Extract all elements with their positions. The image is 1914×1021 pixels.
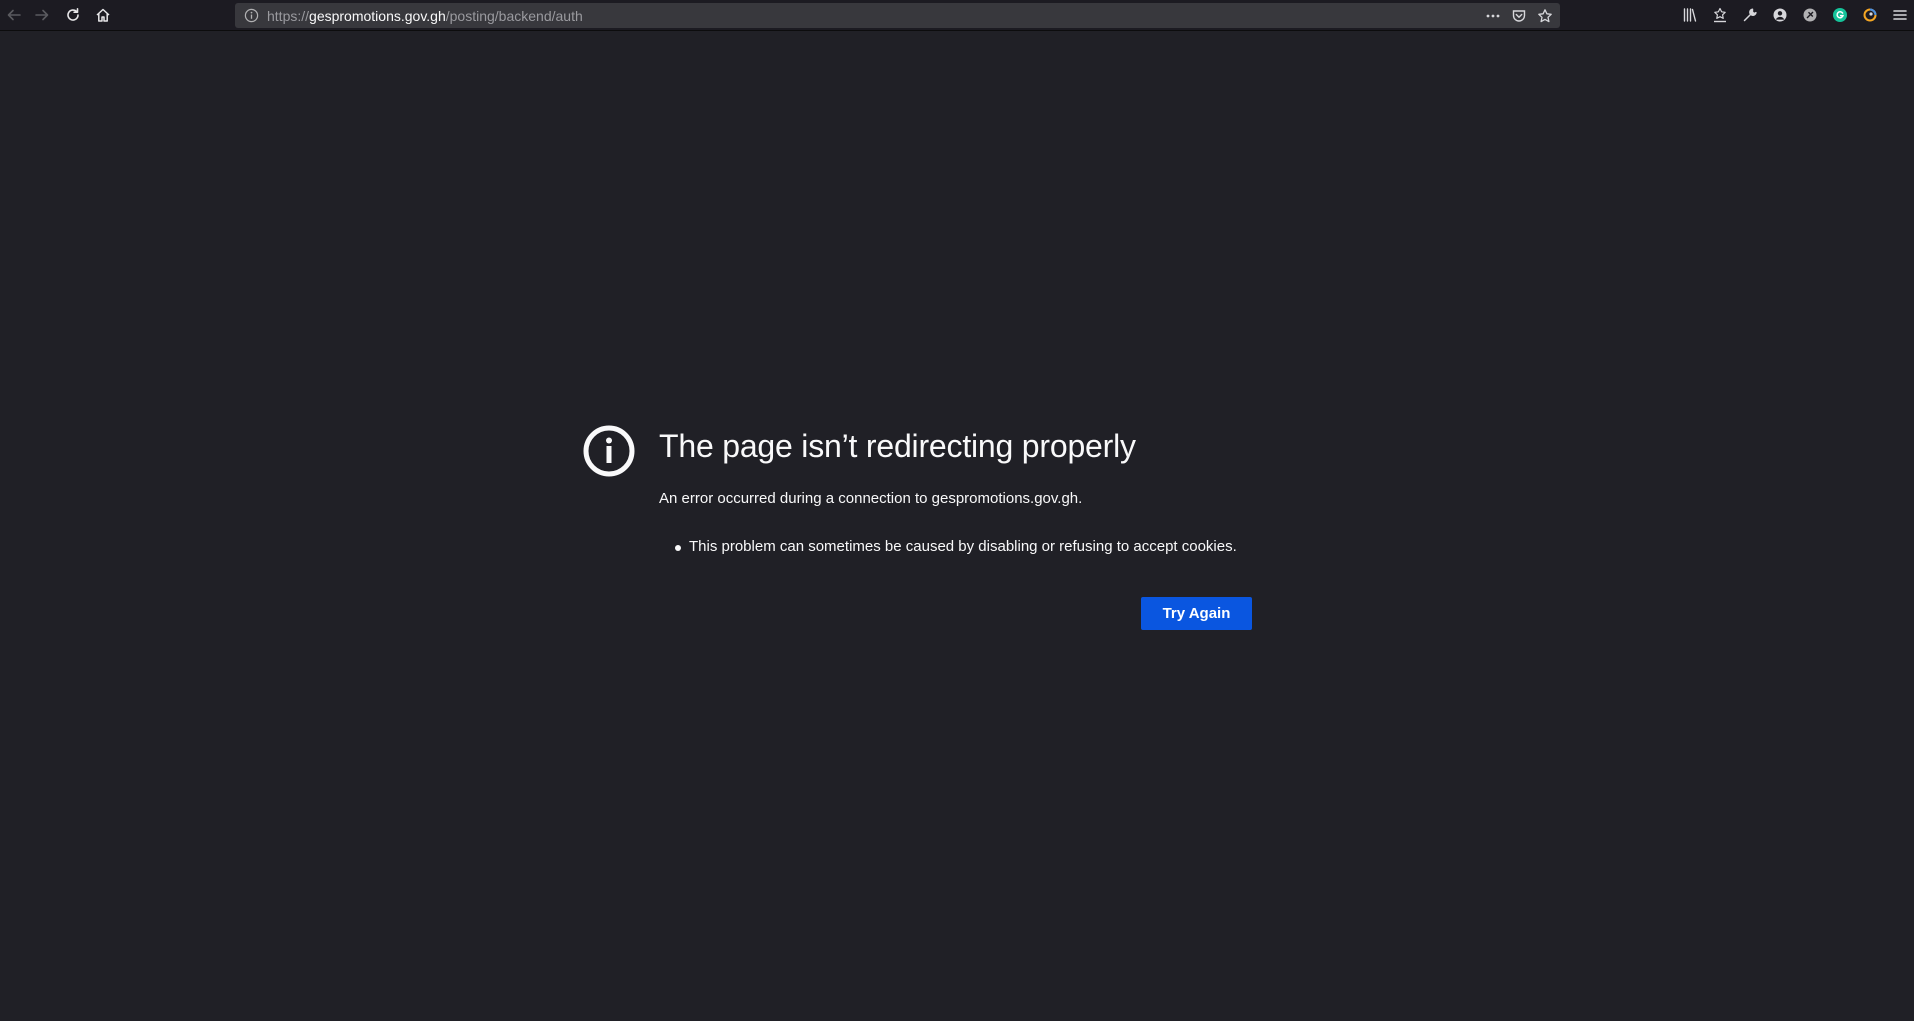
error-body: The page isn’t redirecting properly An e… <box>659 425 1269 630</box>
url-scheme: https:// <box>267 7 310 24</box>
reload-button[interactable] <box>62 4 84 26</box>
downloads-icon[interactable] <box>1710 4 1730 26</box>
list-item: This problem can sometimes be caused by … <box>659 537 1269 557</box>
url-bar[interactable]: https://gespromotions.gov.gh/posting/bac… <box>235 3 1560 28</box>
info-icon <box>583 425 635 477</box>
home-button[interactable] <box>92 4 114 26</box>
library-icon[interactable] <box>1680 4 1700 26</box>
url-host: gespromotions.gov.gh <box>309 7 446 24</box>
account-icon[interactable] <box>1770 4 1790 26</box>
home-icon <box>96 8 110 22</box>
wrench-icon[interactable] <box>1740 4 1760 26</box>
back-button[interactable] <box>3 4 25 26</box>
error-suggestions: This problem can sometimes be caused by … <box>659 537 1269 557</box>
grammarly-icon[interactable] <box>1830 4 1850 26</box>
color-picker-icon[interactable] <box>1860 4 1880 26</box>
page-title: The page isn’t redirecting properly <box>659 428 1136 464</box>
forward-button[interactable] <box>31 4 53 26</box>
pocket-icon[interactable] <box>1510 7 1528 25</box>
star-icon[interactable] <box>1536 7 1554 25</box>
arrow-right-icon <box>35 9 49 21</box>
arrow-left-icon <box>7 9 21 21</box>
url-path: /posting/backend/auth <box>445 7 583 24</box>
menu-icon[interactable] <box>1890 4 1910 26</box>
extension-icon[interactable] <box>1800 4 1820 26</box>
browser-toolbar: https://gespromotions.gov.gh/posting/bac… <box>0 0 1914 31</box>
url-actions <box>1484 6 1554 25</box>
site-info-icon[interactable] <box>243 8 259 24</box>
error-description: An error occurred during a connection to… <box>659 490 1083 507</box>
ellipsis-icon[interactable] <box>1484 7 1502 25</box>
try-again-button[interactable]: Try Again <box>1141 597 1252 630</box>
reload-icon <box>67 8 79 21</box>
toolbar-extensions <box>1680 4 1910 26</box>
url-text[interactable]: https://gespromotions.gov.gh/posting/bac… <box>267 8 583 24</box>
